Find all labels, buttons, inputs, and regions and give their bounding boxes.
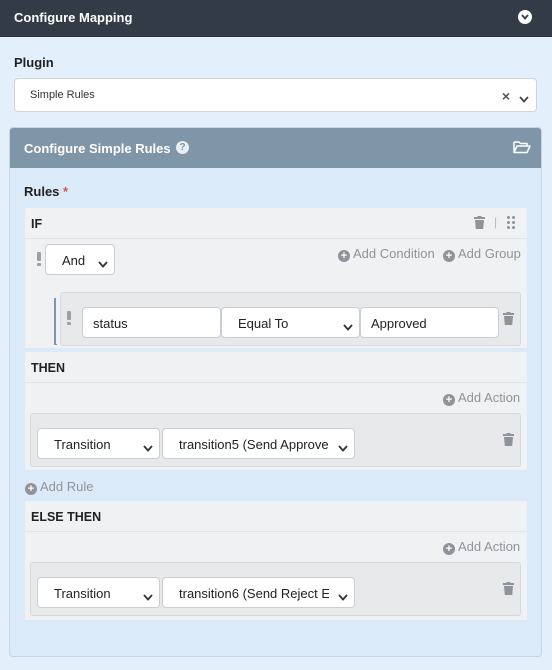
action-type-value: Transition <box>54 586 111 601</box>
plus-circle-icon: + <box>443 250 455 262</box>
help-icon[interactable]: ? <box>176 141 189 154</box>
header-divider: | <box>494 215 498 229</box>
required-marker: * <box>63 184 69 199</box>
chevron-down-icon[interactable] <box>519 91 529 106</box>
condition-value-input[interactable]: Approved <box>360 307 499 338</box>
chevron-down-icon <box>98 256 108 271</box>
logic-operator-value: And <box>62 253 86 268</box>
chevron-down-icon <box>338 440 348 455</box>
condition-field-input[interactable]: status <box>82 307 221 338</box>
add-condition-label: Add Condition <box>353 246 435 261</box>
add-action-label: Add Action <box>458 390 521 405</box>
plus-circle-icon: + <box>443 394 455 406</box>
action-row: Transition transition6 (Send Reject E <box>30 562 521 616</box>
exclamation-icon <box>67 311 71 325</box>
drag-handle-icon[interactable] <box>507 216 515 232</box>
add-group-button[interactable]: + Add Group <box>443 246 521 262</box>
then-label: THEN <box>31 361 66 375</box>
condition-field-value: status <box>93 316 128 331</box>
plugin-selected-value: Simple Rules <box>30 89 95 101</box>
trash-icon[interactable] <box>474 216 485 229</box>
panel-title: Configure Simple Rules <box>24 141 171 156</box>
else-then-header: ELSE THEN <box>25 501 527 532</box>
add-condition-button[interactable]: + Add Condition <box>338 246 435 262</box>
action-target-value: transition5 (Send Approve <box>179 437 329 452</box>
if-section: IF | And + Add Condition + Add Group statu… <box>25 208 527 348</box>
rules-label: Rules * <box>24 184 68 199</box>
add-action-button[interactable]: + Add Action <box>443 390 520 406</box>
if-header: IF | <box>25 208 527 239</box>
configure-mapping-header: Configure Mapping <box>0 0 552 37</box>
add-group-label: Add Group <box>458 246 521 261</box>
chevron-down-icon <box>143 440 153 455</box>
chevron-down-icon[interactable] <box>518 10 532 24</box>
else-then-label: ELSE THEN <box>31 510 102 524</box>
plugin-select[interactable]: Simple Rules × <box>14 78 537 112</box>
plugin-label: Plugin <box>14 55 54 70</box>
then-header: THEN <box>25 352 527 383</box>
action-row: Transition transition5 (Send Approve <box>30 413 521 467</box>
else-then-section: ELSE THEN + Add Action Transition transit… <box>25 501 527 620</box>
trash-icon[interactable] <box>503 433 514 446</box>
if-label: IF <box>31 217 43 231</box>
rules-label-text: Rules <box>24 184 60 199</box>
chevron-down-icon <box>143 589 153 604</box>
action-type-select[interactable]: Transition <box>37 428 160 459</box>
simple-rules-panel: Configure Simple Rules ? Rules * IF | An… <box>9 127 542 657</box>
plus-circle-icon: + <box>25 483 37 495</box>
panel-header: Configure Simple Rules ? <box>10 128 541 168</box>
logic-operator-select[interactable]: And <box>45 244 115 275</box>
folder-open-icon[interactable] <box>513 140 531 157</box>
action-type-select[interactable]: Transition <box>37 577 160 608</box>
chevron-down-icon <box>338 589 348 604</box>
condition-comparator-value: Equal To <box>238 316 289 331</box>
exclamation-icon <box>37 252 41 266</box>
add-action-button[interactable]: + Add Action <box>443 539 520 555</box>
condition-row: status Equal To Approved <box>60 292 521 346</box>
add-action-label: Add Action <box>458 539 521 554</box>
plus-circle-icon: + <box>338 250 350 262</box>
trash-icon[interactable] <box>503 312 514 325</box>
condition-comparator-select[interactable]: Equal To <box>221 307 360 338</box>
then-section: THEN + Add Action Transition transition5 … <box>25 352 527 470</box>
add-rule-label: Add Rule <box>40 479 94 494</box>
add-rule-button[interactable]: + Add Rule <box>25 479 93 495</box>
action-target-value: transition6 (Send Reject E <box>179 586 329 601</box>
chevron-down-icon <box>343 319 353 334</box>
plus-circle-icon: + <box>443 543 455 555</box>
trash-icon[interactable] <box>503 582 514 595</box>
action-target-select[interactable]: transition6 (Send Reject E <box>162 577 355 608</box>
page-title: Configure Mapping <box>14 10 133 25</box>
condition-value-text: Approved <box>371 316 427 331</box>
tree-connector <box>54 298 57 345</box>
action-type-value: Transition <box>54 437 111 452</box>
clear-icon[interactable]: × <box>502 88 510 104</box>
action-target-select[interactable]: transition5 (Send Approve <box>162 428 355 459</box>
